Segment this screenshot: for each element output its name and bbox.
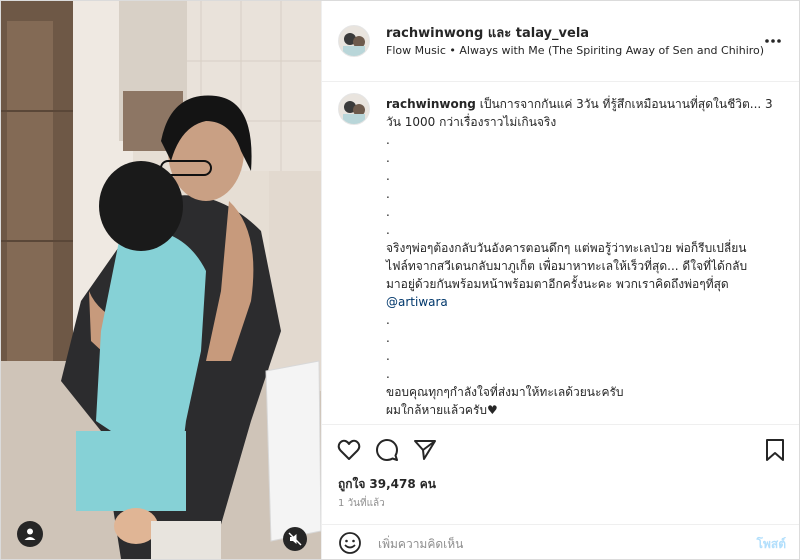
likes-label: ถูกใจ: [338, 477, 366, 491]
caption-line: ไฟล์ทจากสวีเดนกลับมาภูเก็ต เพื่อมาหาทะเล…: [386, 259, 748, 273]
caption-line: จริงๆพ่อๆต้องกลับวันอังคารตอนดึกๆ แต่พอร…: [386, 241, 747, 255]
caption-avatar[interactable]: [338, 93, 370, 125]
post-image: [1, 1, 321, 559]
likes-count[interactable]: ถูกใจ 39,478 คน: [338, 475, 440, 494]
caption-dot: .: [386, 223, 390, 237]
avatar-image: [339, 94, 369, 124]
more-icon: [765, 39, 781, 43]
caption-dot: .: [386, 205, 390, 219]
comment-input[interactable]: [376, 533, 720, 555]
save-button[interactable]: [762, 437, 788, 463]
like-button[interactable]: [336, 437, 362, 463]
caption-dot: .: [386, 313, 390, 327]
post-photo[interactable]: [1, 1, 321, 559]
caption-line: ผมใกล้หายแล้วครับ♥: [386, 403, 498, 417]
mute-icon: [288, 532, 302, 546]
caption-dot: .: [386, 133, 390, 147]
avatar-image: [339, 26, 369, 56]
post-details-panel: rachwinwong และ talay_vela Flow Music • …: [321, 1, 799, 559]
caption-dot: .: [386, 169, 390, 183]
share-button[interactable]: [412, 437, 438, 463]
share-icon: [414, 440, 436, 460]
emoji-icon: [339, 532, 361, 554]
mute-button[interactable]: [283, 527, 307, 551]
likes-unit: คน: [419, 477, 436, 491]
caption-dot: .: [386, 367, 390, 381]
caption-dot: .: [386, 187, 390, 201]
user-tag-button[interactable]: [17, 521, 43, 547]
caption-section: rachwinwong เป็นการจากกันแค่ 3วัน ที่รู้…: [322, 81, 799, 423]
post-header: rachwinwong และ talay_vela Flow Music • …: [322, 1, 799, 82]
caption-line: เป็นการจากกันแค่ 3วัน ที่รู้สึกเหมือนนาน…: [479, 97, 773, 111]
comment-button[interactable]: [374, 437, 400, 463]
post-timestamp[interactable]: 1 วันที่แล้ว: [338, 496, 385, 511]
likes-number: 39,478: [369, 477, 416, 491]
comment-icon: [376, 439, 398, 461]
caption-line: มาอยู่ด้วยกันพร้อมหน้าพร้อมตาอีกครั้งนะค…: [386, 277, 729, 291]
post-actions: ถูกใจ 39,478 คน 1 วันที่แล้ว: [322, 424, 799, 515]
post-dialog: rachwinwong และ talay_vela Flow Music • …: [0, 0, 800, 560]
caption-dot: .: [386, 349, 390, 363]
more-options-button[interactable]: [764, 31, 782, 47]
save-icon: [766, 439, 784, 461]
mention-link[interactable]: @artiwara: [386, 293, 786, 311]
caption-dot: .: [386, 151, 390, 165]
post-comment-button[interactable]: โพสต์: [757, 535, 786, 554]
user-tag-icon: [24, 528, 36, 540]
caption-text: rachwinwong เป็นการจากกันแค่ 3วัน ที่รู้…: [386, 95, 786, 419]
like-icon: [337, 439, 361, 460]
caption-line: ขอบคุณทุกๆกำลังใจที่ส่งมาให้ทะเลด้วยนะคร…: [386, 385, 624, 399]
avatar[interactable]: [338, 25, 370, 57]
caption-username[interactable]: rachwinwong: [386, 97, 476, 111]
post-owners[interactable]: rachwinwong และ talay_vela: [386, 22, 589, 43]
audio-track-link[interactable]: Flow Music • Always with Me (The Spiriti…: [386, 44, 766, 57]
caption-line: วัน 1000 กว่าเรื่องราวไม่เกินจริง: [386, 115, 557, 129]
caption-dot: .: [386, 331, 390, 345]
emoji-button[interactable]: [338, 531, 362, 555]
comment-box: โพสต์: [322, 524, 799, 559]
